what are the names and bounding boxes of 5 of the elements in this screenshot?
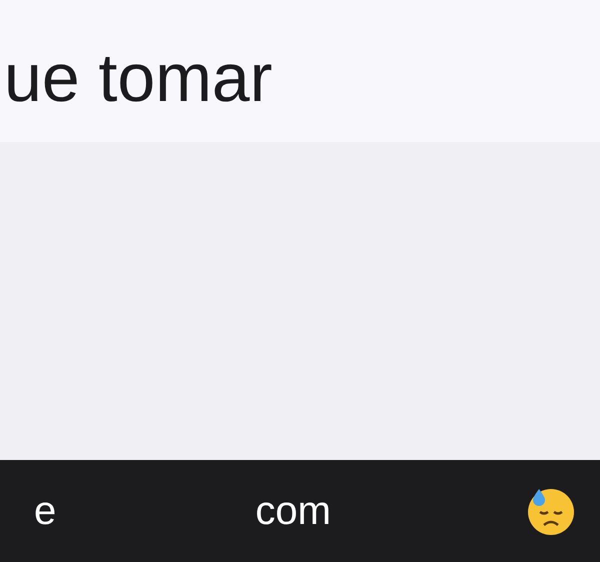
suggestion-button[interactable]: com (251, 488, 335, 534)
suggestion-button[interactable]: e (30, 488, 60, 534)
message-text: ue tomar (4, 44, 272, 112)
sad-face-icon (526, 486, 576, 536)
emoji-suggestion[interactable] (526, 486, 576, 536)
